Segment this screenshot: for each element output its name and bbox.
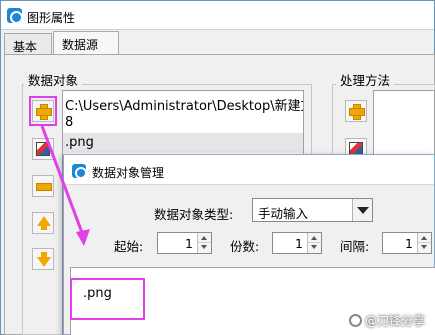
annotation-arrow bbox=[40, 125, 90, 246]
watermark-text: @刀锋分享 bbox=[364, 314, 425, 328]
watermark: @刀锋分享 bbox=[348, 312, 425, 329]
watermark-icon bbox=[348, 314, 362, 327]
